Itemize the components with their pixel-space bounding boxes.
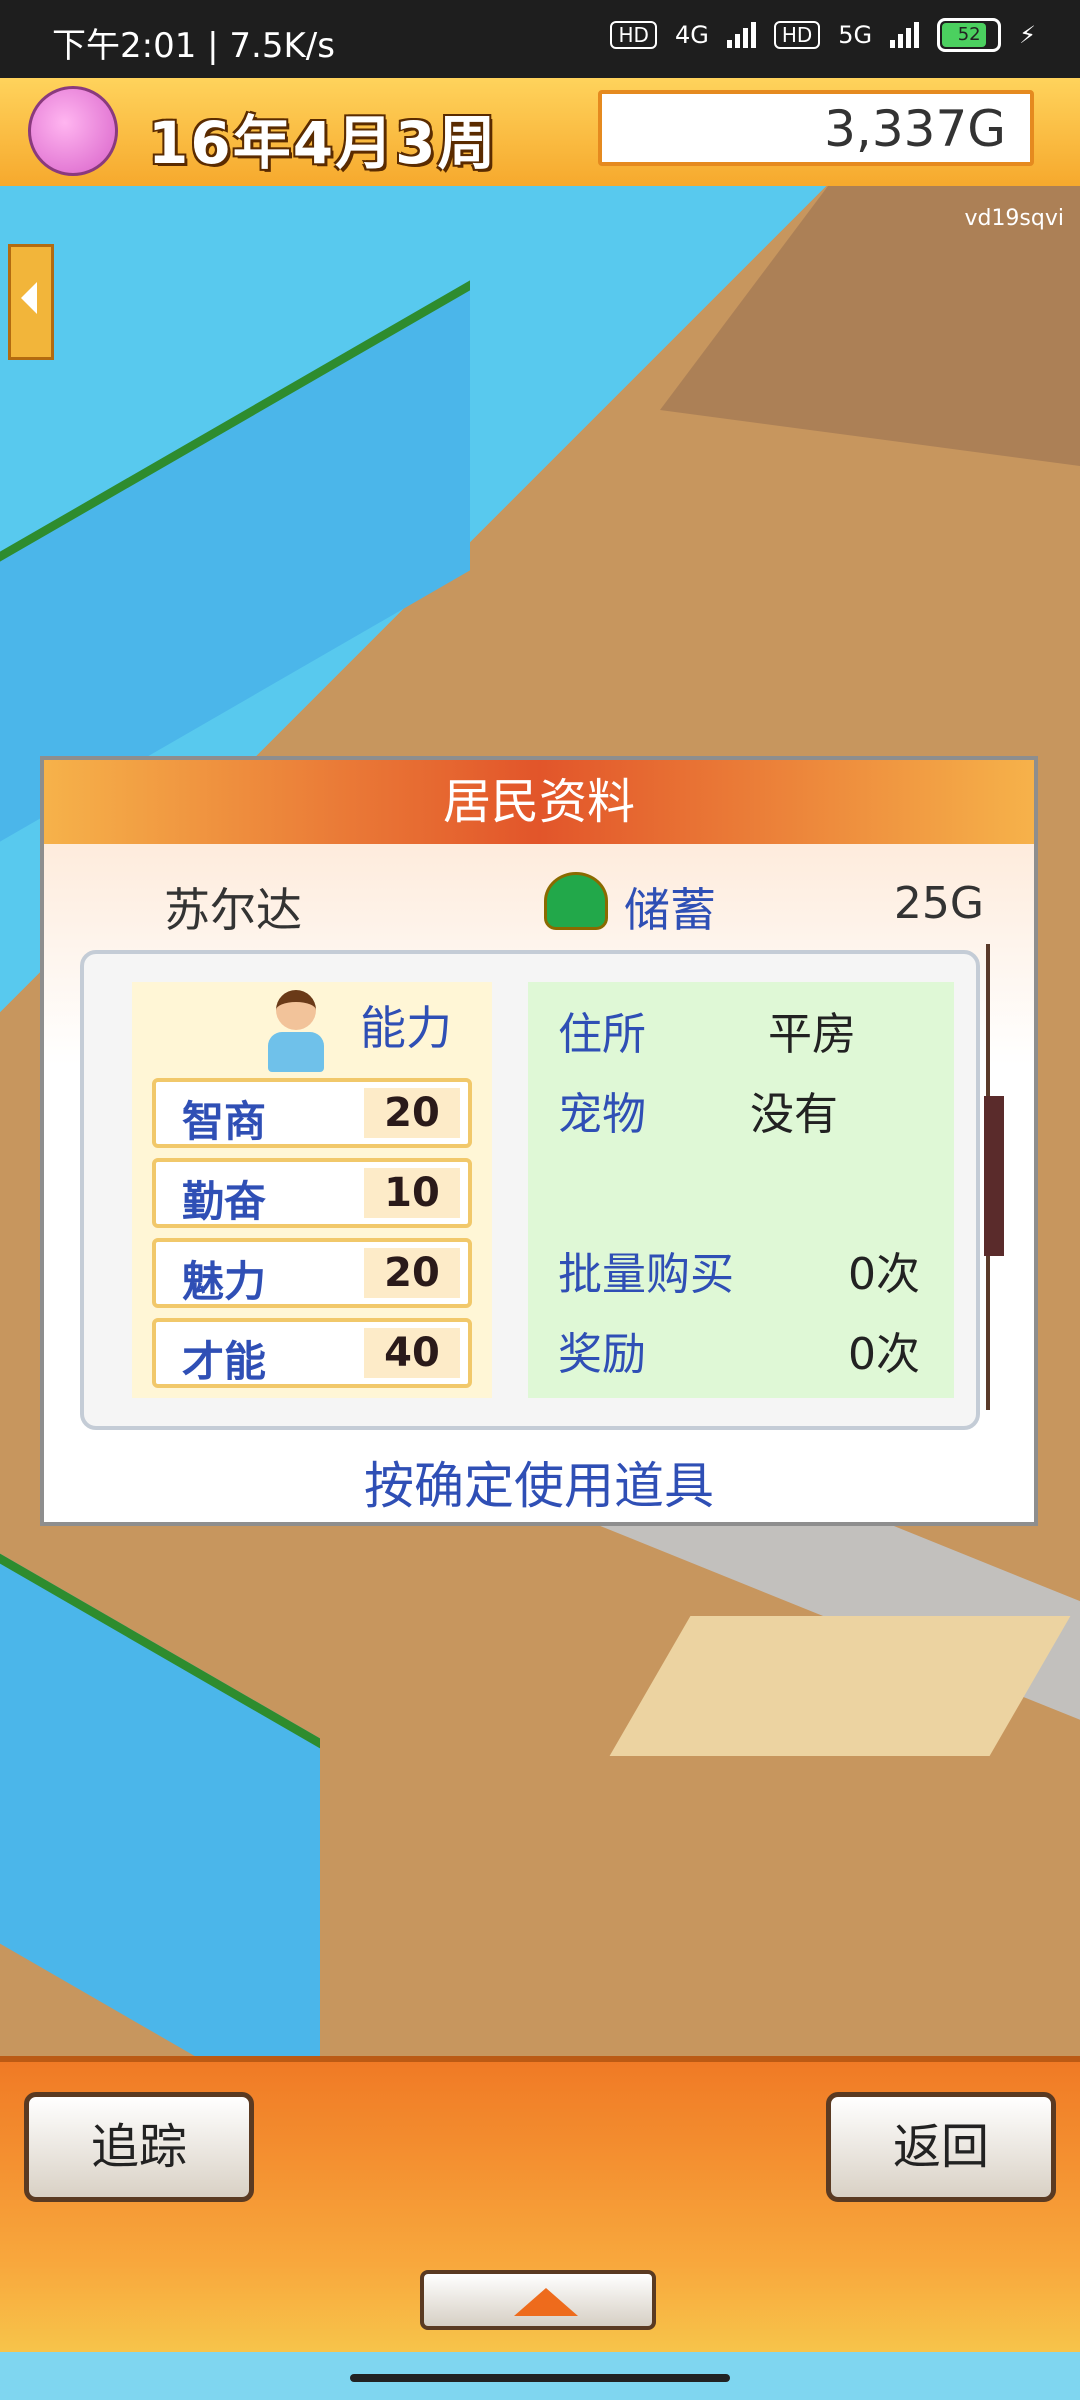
bottom-panel: 追踪 返回 [0,2056,1080,2352]
expand-up-button[interactable] [420,2270,656,2330]
residence-value: 平房 [768,1009,856,1060]
stat-label: 才能 [182,1337,267,1386]
pet-value: 没有 [750,1089,838,1140]
status-icons: HD 4G HD 5G 52 ⚡ [610,18,1036,52]
bulk-purchase-value: 0次 [848,1249,920,1300]
pet-label: 宠物 [558,1089,646,1140]
side-menu-toggle-icon[interactable] [8,244,54,360]
signal-icon-1 [726,22,756,48]
hd-badge-2: HD [773,21,821,49]
game-date: 16年4月3周 [148,109,498,177]
home-indicator[interactable] [350,2374,730,2382]
cherry-tree-icon[interactable] [28,86,118,176]
signal-icon-2 [890,22,920,48]
use-item-hint: 按确定使用道具 [364,1457,714,1515]
resident-profile-dialog: 居民资料 苏尔达 储蓄 25G 能力 智商 20 勤奋 10 魅力 20 才能 … [40,756,1038,1526]
plaza [609,1616,1071,1756]
stat-value: 10 [364,1168,460,1218]
stat-charm: 魅力 20 [152,1238,472,1308]
status-bar: 下午2:01 | 7.5K/s HD 4G HD 5G 52 ⚡ [0,0,1080,78]
back-button[interactable]: 返回 [826,2092,1056,2202]
network-5g: 5G [838,21,873,49]
bulk-purchase-label: 批量购买 [558,1249,734,1300]
track-button[interactable]: 追踪 [24,2092,254,2202]
money-display: 3,337G [598,90,1034,166]
stat-value: 40 [364,1328,460,1378]
resident-name: 苏尔达 [164,883,302,937]
ability-section: 能力 智商 20 勤奋 10 魅力 20 才能 40 [132,982,492,1398]
ability-title: 能力 [360,1001,452,1055]
profile-panel: 能力 智商 20 勤奋 10 魅力 20 才能 40 住所 平房 宠物 没有 批… [80,950,980,1430]
stat-value: 20 [364,1248,460,1298]
stat-label: 勤奋 [182,1177,267,1226]
stat-intelligence: 智商 20 [152,1078,472,1148]
river-lower [0,1553,320,2056]
network-4g: 4G [674,21,709,49]
reward-value: 0次 [848,1329,920,1380]
stat-value: 20 [364,1088,460,1138]
resident-avatar [262,982,330,1072]
reward-label: 奖励 [558,1329,646,1380]
hd-badge-1: HD [610,21,657,49]
savings-value: 25G [893,878,984,929]
battery-icon: 52 [937,18,1002,52]
savings-label: 储蓄 [624,883,716,937]
game-top-bar: 16年4月3周 3,337G [0,78,1080,192]
residence-label: 住所 [558,1009,646,1060]
info-section: 住所 平房 宠物 没有 批量购买 0次 奖励 0次 [528,982,954,1398]
dialog-scrollbar[interactable] [984,944,1006,1410]
status-time: 下午2:01 | 7.5K/s [52,26,335,66]
stat-talent: 才能 40 [152,1318,472,1388]
dialog-title: 居民资料 [44,760,1034,844]
stat-label: 魅力 [182,1257,267,1306]
stat-label: 智商 [182,1097,267,1146]
scrollbar-thumb[interactable] [984,1096,1004,1256]
battery-level: 52 [957,24,981,45]
money-bag-icon [544,872,608,930]
charging-icon: ⚡ [1019,21,1036,49]
stat-diligence: 勤奋 10 [152,1158,472,1228]
watermark: vd19sqvi [964,206,1064,231]
